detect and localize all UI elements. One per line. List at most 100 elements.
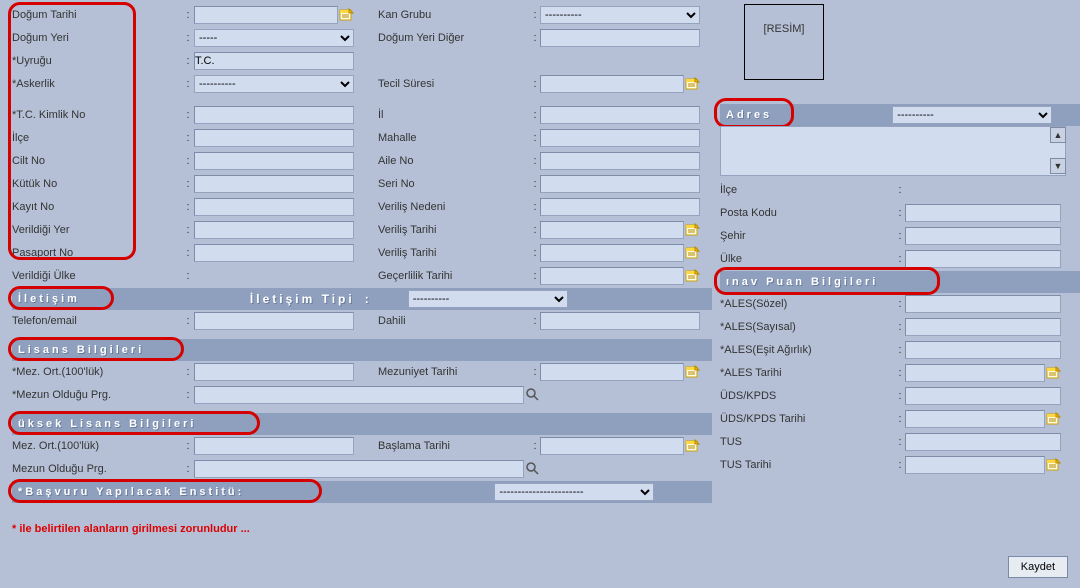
tus-input[interactable] <box>905 433 1061 451</box>
mezuniyet-tarihi-input[interactable] <box>540 363 684 381</box>
calendar-icon[interactable] <box>685 245 701 261</box>
uyrugu-input[interactable] <box>194 52 354 70</box>
uds-tar-input[interactable] <box>905 410 1045 428</box>
calendar-icon[interactable] <box>685 76 701 92</box>
lbl-ulke: Ülke <box>720 253 895 265</box>
lbl-verildigi-yer: Verildiği Yer <box>12 224 182 236</box>
calendar-icon[interactable] <box>1046 457 1062 473</box>
lbl-pasaport: Pasaport No <box>12 247 182 259</box>
calendar-icon[interactable] <box>685 438 701 454</box>
lbl-yl-mez-prg: Mezun Olduğu Prg. <box>12 463 182 475</box>
lbl-tckn: *T.C. Kimlik No <box>12 109 182 121</box>
verildigi-yer-input[interactable] <box>194 221 354 239</box>
posta-input[interactable] <box>905 204 1061 222</box>
gecerlilik-input[interactable] <box>540 267 684 285</box>
dogum-yeri-select[interactable]: ----- <box>194 29 354 47</box>
lbl-aile: Aile No <box>378 155 530 167</box>
seri-input[interactable] <box>540 175 700 193</box>
dogum-tarihi-input[interactable] <box>194 6 338 24</box>
ilce-input[interactable] <box>194 129 354 147</box>
lbl-dogum-yeri: Doğum Yeri <box>12 32 182 44</box>
ulke-input[interactable] <box>905 250 1061 268</box>
section-iletisim: İletişim İletişim Tipi : ---------- <box>12 288 712 310</box>
cilt-input[interactable] <box>194 152 354 170</box>
basvuru-enstitu-select[interactable]: ----------------------- <box>494 483 654 501</box>
scroll-down-icon[interactable]: ▼ <box>1050 158 1066 174</box>
dahili-input[interactable] <box>540 312 700 330</box>
lbl-telefon: Telefon/email <box>12 315 182 327</box>
lbl-ilce: İlçe <box>12 132 182 144</box>
mez-prg-input[interactable] <box>194 386 524 404</box>
calendar-icon[interactable] <box>685 222 701 238</box>
calendar-icon[interactable] <box>685 268 701 284</box>
yl-mez-prg-input[interactable] <box>194 460 524 478</box>
lbl-ales-tar: *ALES Tarihi <box>720 367 895 379</box>
lbl-sehir: Şehir <box>720 230 895 242</box>
calendar-icon[interactable] <box>1046 411 1062 427</box>
search-icon[interactable] <box>525 461 541 477</box>
search-icon[interactable] <box>525 387 541 403</box>
lbl-kutuk: Kütük No <box>12 178 182 190</box>
verilis-nedeni-input[interactable] <box>540 198 700 216</box>
ales-tar-input[interactable] <box>905 364 1045 382</box>
section-basvuru: *Başvuru Yapılacak Enstitü: ------------… <box>12 481 712 503</box>
yl-baslama-input[interactable] <box>540 437 684 455</box>
iletisim-tipi-select[interactable]: ---------- <box>408 290 568 308</box>
footnote: * ile belirtilen alanların girilmesi zor… <box>12 523 712 535</box>
uds-input[interactable] <box>905 387 1061 405</box>
section-adres: Adres ---------- <box>720 104 1080 126</box>
askerlik-select[interactable]: ---------- <box>194 75 354 93</box>
section-yuksek-lisans: üksek Lisans Bilgileri <box>12 413 712 435</box>
lbl-ales-ea: *ALES(Eşit Ağırlık) <box>720 344 895 356</box>
kutuk-input[interactable] <box>194 175 354 193</box>
lbl-yl-baslama: Başlama Tarihi <box>378 440 530 452</box>
mahalle-input[interactable] <box>540 129 700 147</box>
lbl-dahili: Dahili <box>378 315 530 327</box>
pasaport-input[interactable] <box>194 244 354 262</box>
lbl-kan-grubu: Kan Grubu <box>378 9 530 21</box>
lbl-verildigi-ulke: Verildiği Ülke <box>12 270 182 282</box>
il-input[interactable] <box>540 106 700 124</box>
calendar-icon[interactable] <box>1046 365 1062 381</box>
tckn-input[interactable] <box>194 106 354 124</box>
lbl-kayit: Kayıt No <box>12 201 182 213</box>
calendar-icon[interactable] <box>339 7 355 23</box>
scroll-up-icon[interactable]: ▲ <box>1050 127 1066 143</box>
ales-soz-input[interactable] <box>905 295 1061 313</box>
aile-input[interactable] <box>540 152 700 170</box>
kan-grubu-select[interactable]: ---------- <box>540 6 700 24</box>
adres-select[interactable]: ---------- <box>892 106 1052 124</box>
verilis-tarihi2-input[interactable] <box>540 244 684 262</box>
dogum-yeri-diger-input[interactable] <box>540 29 700 47</box>
lbl-ilce-r: İlçe <box>720 184 895 196</box>
tus-tar-input[interactable] <box>905 456 1045 474</box>
verilis-tarihi-input[interactable] <box>540 221 684 239</box>
calendar-icon[interactable] <box>685 364 701 380</box>
lbl-posta: Posta Kodu <box>720 207 895 219</box>
ales-ea-input[interactable] <box>905 341 1061 359</box>
tecil-input[interactable] <box>540 75 684 93</box>
lbl-seri: Seri No <box>378 178 530 190</box>
telefon-input[interactable] <box>194 312 354 330</box>
lbl-uyrugu: *Uyruğu <box>12 55 182 67</box>
lbl-cilt: Cilt No <box>12 155 182 167</box>
mez-ort-input[interactable] <box>194 363 354 381</box>
save-button[interactable]: Kaydet <box>1008 556 1068 578</box>
ales-say-input[interactable] <box>905 318 1061 336</box>
lbl-mezuniyet-tarihi: Mezuniyet Tarihi <box>378 366 530 378</box>
photo-placeholder: [RESİM] <box>744 4 824 80</box>
lbl-ales-say: *ALES(Sayısal) <box>720 321 895 333</box>
lbl-mez-ort: *Mez. Ort.(100'lük) <box>12 366 182 378</box>
lbl-gecerlilik: Geçerlilik Tarihi <box>378 270 530 282</box>
kayit-input[interactable] <box>194 198 354 216</box>
lbl-tus-tar: TUS Tarihi <box>720 459 895 471</box>
sehir-input[interactable] <box>905 227 1061 245</box>
lbl-verilis-tarihi: Veriliş Tarihi <box>378 224 530 236</box>
section-lisans: Lisans Bilgileri <box>12 339 712 361</box>
lbl-uds: ÜDS/KPDS <box>720 390 895 402</box>
adres-textarea[interactable] <box>720 126 1066 176</box>
lbl-mahalle: Mahalle <box>378 132 530 144</box>
lbl-dogum-tarihi: Doğum Tarihi <box>12 9 182 21</box>
yl-mez-ort-input[interactable] <box>194 437 354 455</box>
lbl-il: İl <box>378 109 530 121</box>
